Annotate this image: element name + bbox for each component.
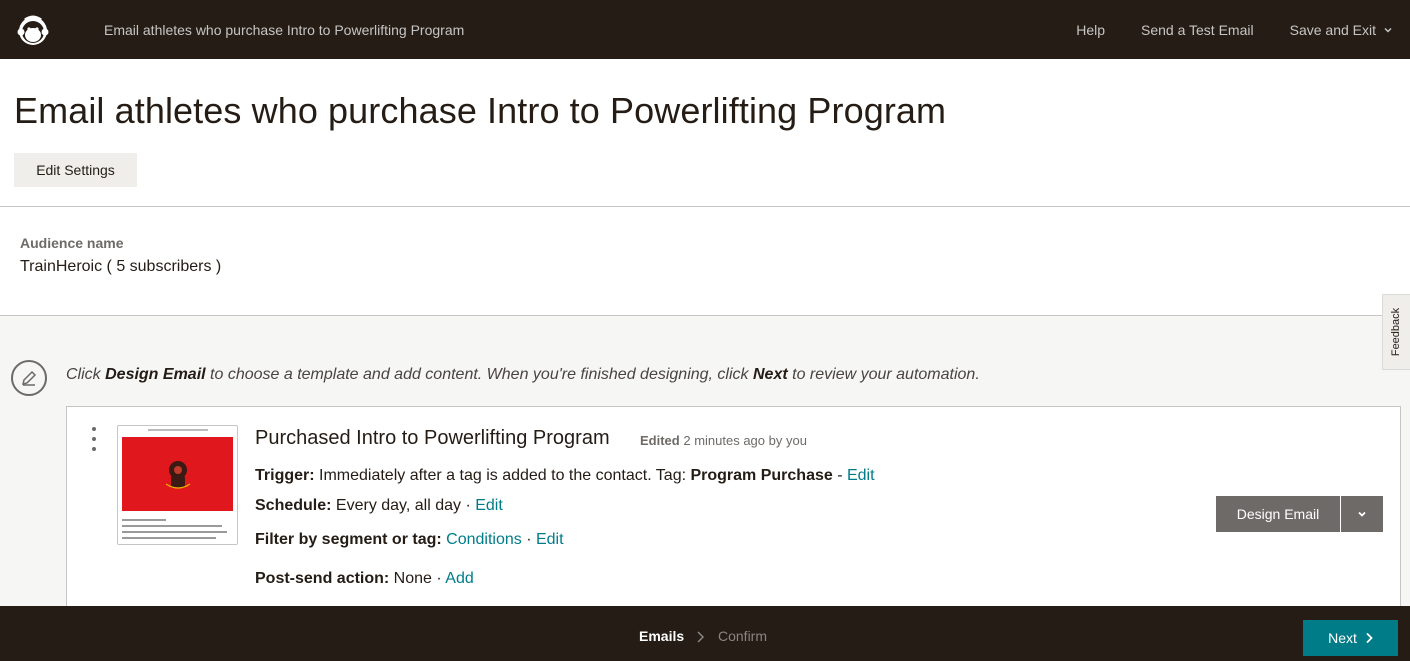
trigger-tag: Program Purchase bbox=[690, 467, 833, 484]
schedule-edit-link[interactable]: Edit bbox=[475, 497, 503, 514]
bottom-bar: Emails Confirm Next bbox=[0, 606, 1410, 661]
edited-status: Edited 2 minutes ago by you bbox=[640, 433, 807, 448]
edited-label: Edited bbox=[640, 433, 680, 448]
hint-next: Next bbox=[752, 366, 788, 383]
trigger-edit-link[interactable]: Edit bbox=[847, 467, 875, 484]
post-send-add-link[interactable]: Add bbox=[445, 570, 473, 587]
chevron-right-icon bbox=[1366, 632, 1373, 644]
filter-edit-link[interactable]: Edit bbox=[536, 531, 564, 548]
next-label: Next bbox=[1328, 630, 1357, 646]
divider bbox=[0, 206, 1410, 207]
filter-conditions-link[interactable]: Conditions bbox=[446, 531, 522, 548]
save-and-exit-menu[interactable]: Save and Exit bbox=[1290, 22, 1393, 38]
email-thumbnail[interactable] bbox=[117, 425, 238, 545]
email-name: Purchased Intro to Powerlifting Program bbox=[255, 427, 610, 449]
separator: - bbox=[832, 467, 847, 484]
hint-text: to choose a template and add content. Wh… bbox=[205, 366, 753, 383]
hint-text: to review your automation. bbox=[787, 366, 980, 383]
edit-settings-button[interactable]: Edit Settings bbox=[14, 153, 137, 187]
schedule-row: Schedule: Every day, all day · Edit bbox=[255, 497, 503, 515]
chevron-down-icon bbox=[1384, 27, 1392, 33]
pencil-icon bbox=[11, 360, 47, 396]
trigger-label: Trigger: bbox=[255, 467, 315, 484]
separator: · bbox=[521, 531, 536, 548]
chevron-right-icon bbox=[697, 631, 705, 643]
edited-time: 2 minutes ago by you bbox=[679, 433, 807, 448]
thumbnail-banner bbox=[122, 437, 233, 511]
schedule-label: Schedule: bbox=[255, 497, 332, 514]
schedule-text: Every day, all day · bbox=[331, 497, 476, 514]
post-send-text: None · bbox=[389, 570, 446, 587]
audience-name-label: Audience name bbox=[20, 235, 124, 251]
next-button[interactable]: Next bbox=[1303, 620, 1398, 656]
save-and-exit-label: Save and Exit bbox=[1289, 21, 1376, 38]
hint-design-email: Design Email bbox=[105, 366, 206, 383]
feedback-tab[interactable]: Feedback bbox=[1382, 294, 1410, 370]
trigger-row: Trigger: Immediately after a tag is adde… bbox=[255, 467, 875, 485]
page-title: Email athletes who purchase Intro to Pow… bbox=[14, 90, 947, 131]
step-confirm[interactable]: Confirm bbox=[718, 628, 767, 644]
top-bar-title: Email athletes who purchase Intro to Pow… bbox=[104, 21, 465, 38]
thumbnail-text-lines bbox=[118, 511, 237, 543]
post-send-row: Post-send action: None · Add bbox=[255, 570, 474, 588]
step-emails[interactable]: Emails bbox=[639, 628, 684, 644]
design-email-dropdown-button[interactable] bbox=[1341, 496, 1383, 532]
filter-row: Filter by segment or tag: Conditions · E… bbox=[255, 531, 564, 549]
feedback-label: Feedback bbox=[1390, 307, 1403, 357]
help-link[interactable]: Help bbox=[1076, 22, 1105, 38]
hint-text: Click bbox=[66, 366, 106, 383]
emblem-icon bbox=[165, 461, 190, 489]
audience-name-value: TrainHeroic ( 5 subscribers ) bbox=[20, 258, 222, 275]
mailchimp-logo-icon[interactable] bbox=[14, 11, 52, 49]
post-send-label: Post-send action: bbox=[255, 570, 390, 587]
filter-label: Filter by segment or tag: bbox=[255, 531, 442, 548]
trigger-text: Immediately after a tag is added to the … bbox=[314, 467, 691, 484]
more-options-icon[interactable] bbox=[91, 427, 97, 451]
design-hint: Click Design Email to choose a template … bbox=[66, 366, 980, 384]
email-card: Purchased Intro to Powerlifting Program … bbox=[66, 406, 1401, 616]
design-email-button[interactable]: Design Email bbox=[1216, 496, 1340, 532]
top-bar: Email athletes who purchase Intro to Pow… bbox=[0, 0, 1410, 59]
chevron-down-icon bbox=[1358, 511, 1366, 517]
send-test-email-link[interactable]: Send a Test Email bbox=[1141, 22, 1254, 38]
top-bar-actions: Help Send a Test Email Save and Exit bbox=[1076, 0, 1410, 59]
